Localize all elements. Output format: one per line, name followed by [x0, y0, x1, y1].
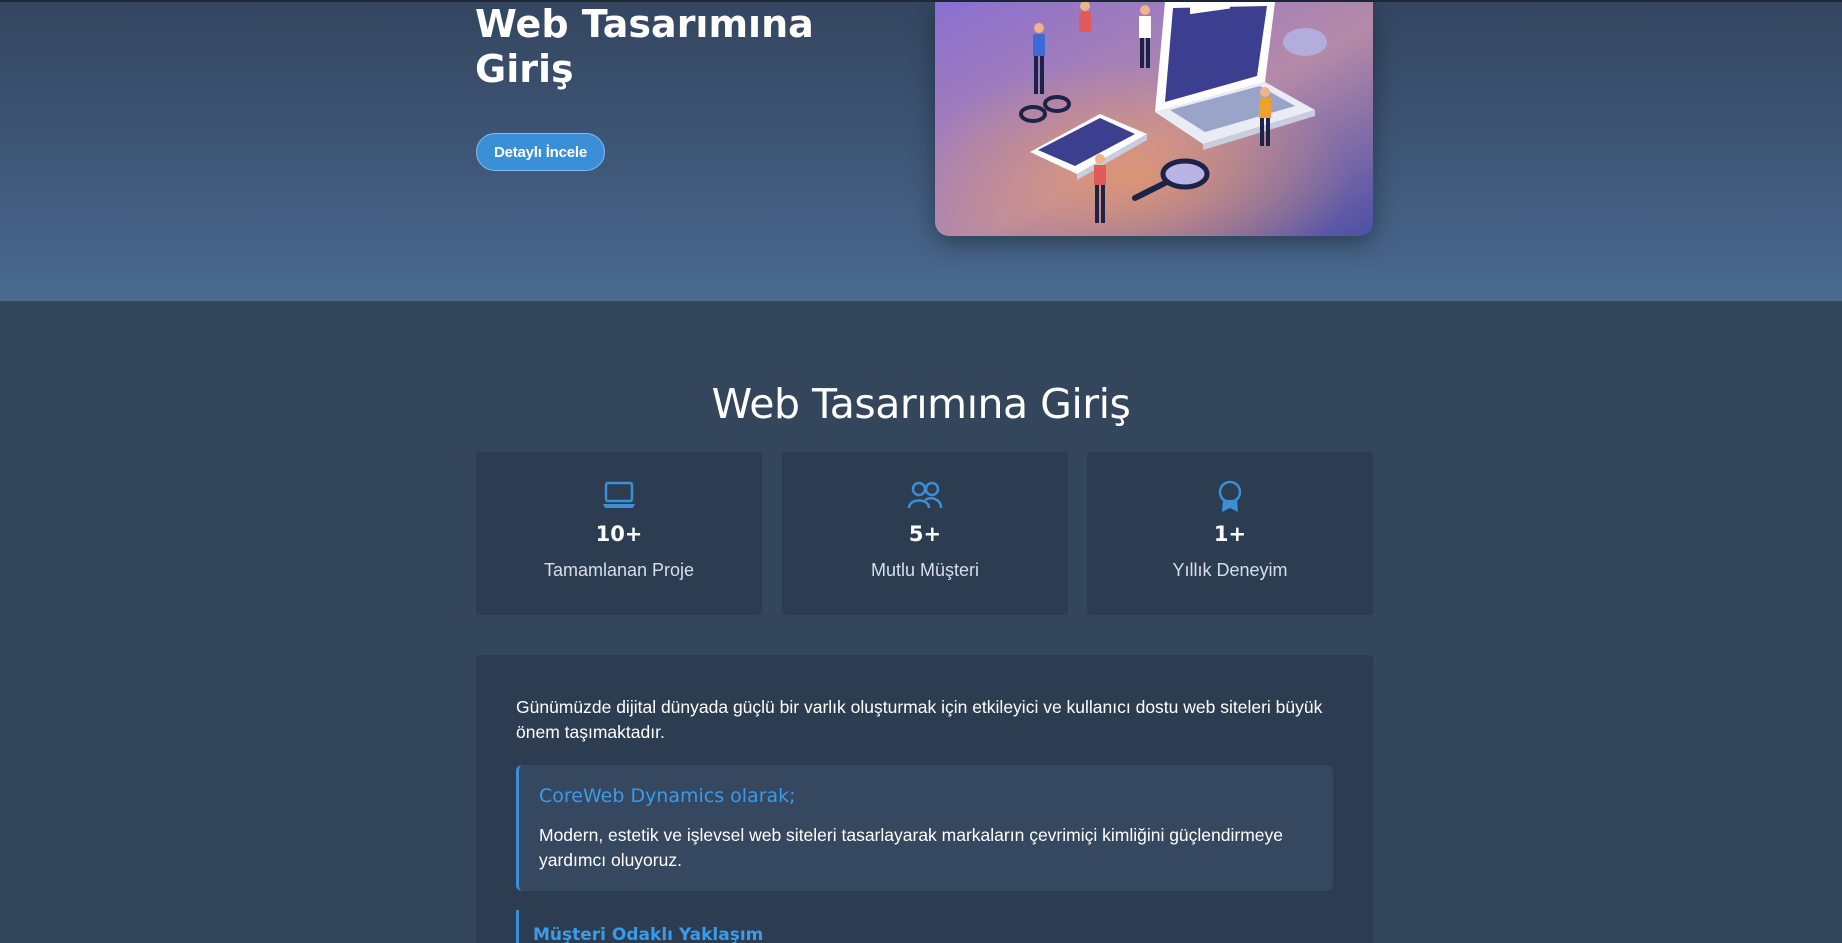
- section-title: Web Tasarımına Giriş: [711, 380, 1131, 428]
- sub-section-title: Müşteri Odaklı Yaklaşım: [533, 925, 764, 943]
- stat-card-clients: 5+ Mutlu Müşteri: [782, 452, 1068, 615]
- details-button[interactable]: Detaylı İncele: [476, 133, 605, 171]
- stat-value: 1+: [1213, 522, 1247, 546]
- intro-paragraph: Günümüzde dijital dünyada güçlü bir varl…: [516, 697, 1323, 742]
- stat-label: Yıllık Deneyim: [1172, 560, 1288, 580]
- sub-section-accent: [516, 910, 519, 943]
- stat-label: Tamamlanan Proje: [543, 560, 695, 580]
- stat-value: 5+: [908, 522, 942, 546]
- content-card: Günümüzde dijital dünyada güçlü bir varl…: [476, 655, 1373, 943]
- hero-title: Web Tasarımına Giriş: [475, 2, 895, 92]
- hero-illustration: [935, 2, 1373, 236]
- stat-card-projects: 10+ Tamamlanan Proje: [476, 452, 762, 615]
- laptop-icon: [476, 480, 762, 514]
- callout-title: CoreWeb Dynamics olarak;: [539, 785, 796, 807]
- hero-section: Web Tasarımına Giriş Detaylı İncele: [0, 0, 1842, 301]
- callout-box: CoreWeb Dynamics olarak; Modern, estetik…: [516, 765, 1333, 891]
- callout-text: Modern, estetik ve işlevsel web siteleri…: [539, 825, 1284, 870]
- stat-card-experience: 1+ Yıllık Deneyim: [1087, 452, 1373, 615]
- hero-title-line1: Web Tasarımına: [475, 2, 814, 46]
- users-icon: [782, 480, 1068, 514]
- web-design-illustration: [935, 2, 1373, 236]
- stat-value: 10+: [595, 522, 643, 546]
- stat-label: Mutlu Müşteri: [870, 560, 980, 580]
- award-icon: [1087, 480, 1373, 514]
- hero-title-line2: Giriş: [475, 47, 574, 91]
